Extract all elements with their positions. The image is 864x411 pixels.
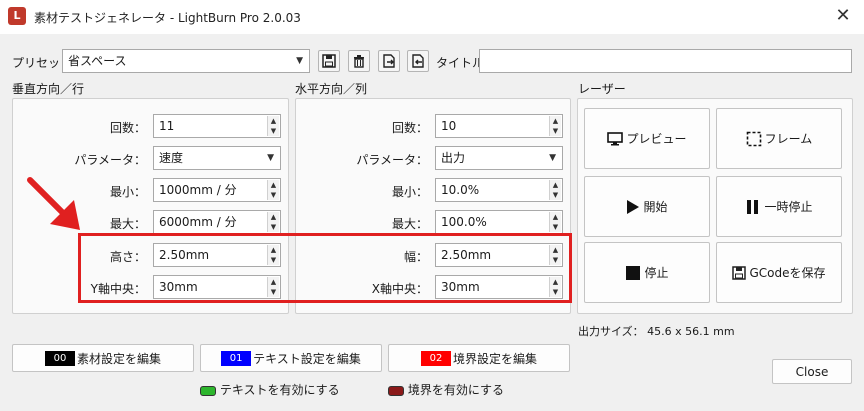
dashed-frame-icon	[746, 131, 761, 146]
horizontal-min-spinbox[interactable]: 10.0% ▲ ▼	[435, 178, 563, 202]
start-label: 開始	[643, 200, 668, 214]
stop-icon	[626, 265, 641, 280]
monitor-icon	[607, 131, 624, 145]
import-icon	[412, 54, 424, 68]
edit-text-settings-button[interactable]: 01 テキスト設定を編集	[200, 344, 382, 372]
pause-icon	[747, 199, 759, 214]
delete-preset-button[interactable]	[348, 50, 370, 72]
enable-text-toggle[interactable]: テキストを有効にする	[200, 381, 340, 398]
material-chip: 00	[44, 350, 75, 366]
chevron-down-icon: ▼	[549, 153, 556, 163]
vertical-param-value: 速度	[159, 151, 184, 165]
output-size-text: 出力サイズ： 45.6 x 56.1 mm	[578, 325, 735, 338]
edit-text-label: テキスト設定を編集	[253, 351, 361, 366]
toggle-off-icon	[388, 385, 404, 396]
horizontal-count-spinbox[interactable]: 10 ▲ ▼	[435, 114, 563, 138]
stop-button[interactable]: 停止	[584, 242, 710, 303]
import-preset-button[interactable]	[407, 50, 429, 72]
horizontal-min-value: 10.0%	[441, 183, 480, 197]
spin-up-icon[interactable]: ▲	[549, 116, 561, 126]
spin-down-icon[interactable]: ▼	[549, 222, 561, 232]
spin-up-icon[interactable]: ▲	[267, 180, 279, 190]
pause-label: 一時停止	[764, 200, 813, 214]
pause-button[interactable]: 一時停止	[716, 176, 842, 237]
spin-down-icon[interactable]: ▼	[549, 126, 561, 136]
floppy-disk-icon	[322, 54, 336, 68]
spin-down-icon[interactable]: ▼	[549, 190, 561, 200]
save-gcode-button[interactable]: GCodeを保存	[716, 242, 842, 303]
border-chip: 02	[420, 350, 451, 366]
export-preset-button[interactable]	[378, 50, 400, 72]
enable-border-toggle[interactable]: 境界を有効にする	[388, 381, 504, 398]
toggle-on-icon	[200, 385, 216, 396]
laser-section-header: レーザー	[578, 82, 626, 96]
stop-label: 停止	[644, 266, 669, 280]
vertical-param-label: パラメータ：	[74, 153, 146, 167]
vertical-count-spinbox[interactable]: 11 ▲ ▼	[153, 114, 281, 138]
save-preset-button[interactable]	[318, 50, 340, 72]
window-title: 素材テストジェネレータ - LightBurn Pro 2.0.03	[34, 11, 301, 25]
play-icon	[627, 199, 640, 214]
spin-down-icon[interactable]: ▼	[267, 126, 279, 136]
enable-text-label: テキストを有効にする	[219, 383, 340, 397]
text-chip: 01	[221, 350, 252, 366]
edit-material-settings-button[interactable]: 00 素材設定を編集	[12, 344, 194, 372]
edit-border-settings-button[interactable]: 02 境界設定を編集	[388, 344, 570, 372]
vertical-count-value: 11	[159, 119, 175, 133]
highlight-box	[78, 233, 572, 303]
horizontal-min-label: 最小：	[391, 185, 428, 199]
spin-up-icon[interactable]: ▲	[267, 116, 279, 126]
chevron-down-icon: ▼	[296, 56, 303, 66]
vertical-min-spinbox[interactable]: 1000mm / 分 ▲ ▼	[153, 178, 281, 202]
preset-select[interactable]: 省スペース ▼	[62, 49, 310, 73]
preset-value: 省スペース	[68, 54, 127, 68]
spin-down-icon[interactable]: ▼	[267, 222, 279, 232]
horizontal-count-label: 回数：	[391, 121, 428, 135]
vertical-max-value: 6000mm / 分	[159, 215, 237, 229]
horizontal-max-value: 100.0%	[441, 215, 487, 229]
title-input[interactable]	[479, 49, 852, 73]
spin-up-icon[interactable]: ▲	[549, 212, 561, 222]
close-button[interactable]: Close	[772, 359, 852, 384]
annotation-arrow-icon	[27, 177, 80, 230]
save-gcode-label: GCodeを保存	[749, 266, 826, 280]
start-button[interactable]: 開始	[584, 176, 710, 237]
horizontal-param-select[interactable]: 出力 ▼	[435, 146, 563, 170]
spin-up-icon[interactable]: ▲	[267, 212, 279, 222]
horizontal-param-label: パラメータ：	[356, 153, 428, 167]
export-icon	[383, 54, 395, 68]
lightburn-app-icon: L	[8, 7, 26, 25]
horizontal-count-value: 10	[441, 119, 457, 133]
horizontal-section-header: 水平方向／列	[295, 82, 368, 96]
trash-icon	[354, 55, 364, 68]
frame-label: フレーム	[764, 132, 813, 146]
spin-down-icon[interactable]: ▼	[267, 190, 279, 200]
horizontal-max-label: 最大：	[391, 217, 428, 231]
horizontal-max-spinbox[interactable]: 100.0% ▲ ▼	[435, 210, 563, 234]
vertical-section-header: 垂直方向／行	[12, 82, 85, 96]
edit-border-label: 境界設定を編集	[452, 351, 537, 366]
vertical-min-value: 1000mm / 分	[159, 183, 237, 197]
edit-material-label: 素材設定を編集	[76, 351, 161, 366]
frame-button[interactable]: フレーム	[716, 108, 842, 169]
preview-label: プレビュー	[626, 132, 687, 146]
spin-up-icon[interactable]: ▲	[549, 180, 561, 190]
floppy-disk-icon	[732, 265, 747, 280]
chevron-down-icon: ▼	[267, 153, 274, 163]
enable-border-label: 境界を有効にする	[407, 383, 504, 397]
vertical-max-spinbox[interactable]: 6000mm / 分 ▲ ▼	[153, 210, 281, 234]
preview-button[interactable]: プレビュー	[584, 108, 710, 169]
window-close-button[interactable]: ✕	[826, 2, 860, 30]
vertical-param-select[interactable]: 速度 ▼	[153, 146, 281, 170]
vertical-count-label: 回数：	[109, 121, 146, 135]
horizontal-param-value: 出力	[441, 151, 466, 165]
title-label: タイトル	[436, 56, 485, 70]
